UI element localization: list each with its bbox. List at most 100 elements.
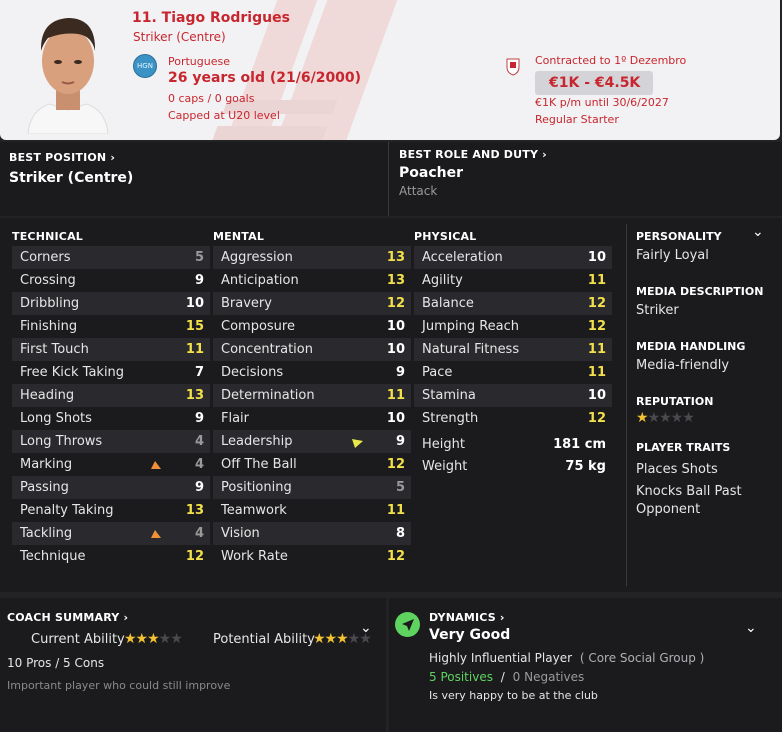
coach-summary-label: COACH SUMMARY	[7, 611, 120, 624]
attribute-row[interactable]: Balance 12	[414, 292, 612, 315]
best-role-label: BEST ROLE AND DUTY	[399, 148, 539, 161]
height-row: Height 181 cm	[414, 433, 612, 456]
player-value: €1K - €4.5K	[549, 75, 641, 91]
value-badge: €1K - €4.5K	[535, 71, 653, 95]
attribute-row[interactable]: Tackling 4	[12, 522, 210, 545]
attribute-row[interactable]: Heading 13	[12, 384, 210, 407]
best-role-value: Poacher	[399, 165, 463, 181]
club-badge-icon[interactable]	[506, 58, 520, 76]
attribute-row[interactable]: Free Kick Taking 7	[12, 361, 210, 384]
attribute-row[interactable]: Jumping Reach 12	[414, 315, 612, 338]
attribute-row[interactable]: Strength 12	[414, 407, 612, 430]
attribute-name: Marking	[20, 457, 73, 472]
attribute-value: 11	[587, 342, 606, 357]
attribute-row[interactable]: Flair 10	[213, 407, 411, 430]
trait-item[interactable]: Places Shots	[636, 462, 718, 477]
attribute-row[interactable]: Corners 5	[12, 246, 210, 269]
attribute-row[interactable]: Penalty Taking 13	[12, 499, 210, 522]
dynamics-value: Very Good	[429, 627, 511, 643]
attribute-value: 9	[194, 273, 204, 288]
attribute-row[interactable]: Composure 10	[213, 315, 411, 338]
divider	[626, 224, 627, 586]
squad-status: Regular Starter	[535, 113, 619, 126]
attribute-name: Bravery	[221, 296, 272, 311]
attribute-row[interactable]: Technique 12	[12, 545, 210, 568]
media-handling-label: MEDIA HANDLING	[636, 340, 746, 353]
dynamics-label: DYNAMICS	[429, 611, 496, 624]
attribute-value: 8	[395, 526, 405, 541]
attribute-row[interactable]: Work Rate 12	[213, 545, 411, 568]
attribute-row[interactable]: First Touch 11	[12, 338, 210, 361]
attribute-value: 12	[185, 549, 204, 564]
caps-goals: 0 caps / 0 goals	[168, 92, 255, 105]
attribute-name: Balance	[422, 296, 474, 311]
attribute-row[interactable]: Dribbling 10	[12, 292, 210, 315]
attribute-row[interactable]: Long Throws 4	[12, 430, 210, 453]
attribute-name: Finishing	[20, 319, 78, 334]
media-handling-value: Media-friendly	[636, 358, 730, 373]
attribute-value: 5	[194, 250, 204, 265]
attribute-row[interactable]: Crossing 9	[12, 269, 210, 292]
attribute-value: 11	[386, 388, 405, 403]
chevron-right-icon: ›	[542, 148, 547, 161]
chevron-down-icon[interactable]: ⌄	[360, 620, 372, 636]
nationality: Portuguese	[168, 55, 230, 68]
attribute-row[interactable]: Teamwork 11	[213, 499, 411, 522]
attribute-row[interactable]: Long Shots 9	[12, 407, 210, 430]
nation-flag-icon[interactable]: HGN	[133, 54, 157, 78]
attribute-row[interactable]: Concentration 10	[213, 338, 411, 361]
best-role-header[interactable]: BEST ROLE AND DUTY ›	[399, 148, 547, 161]
attribute-row[interactable]: Pace 11	[414, 361, 612, 384]
attribute-value: 11	[185, 342, 204, 357]
dynamics-header[interactable]: DYNAMICS ›	[429, 611, 505, 624]
player-age: 26 years old (21/6/2000)	[168, 70, 362, 86]
chevron-down-icon[interactable]: ⌄	[752, 224, 764, 240]
attribute-row[interactable]: Positioning 5	[213, 476, 411, 499]
attribute-name: Work Rate	[221, 549, 288, 564]
attribute-row[interactable]: Natural Fitness 11	[414, 338, 612, 361]
attribute-name: Anticipation	[221, 273, 299, 288]
attribute-value: 4	[194, 434, 204, 449]
attribute-row[interactable]: Marking 4	[12, 453, 210, 476]
attribute-row[interactable]: Bravery 12	[213, 292, 411, 315]
attribute-name: Long Throws	[20, 434, 103, 449]
attribute-name: Natural Fitness	[422, 342, 520, 357]
attribute-row[interactable]: Passing 9	[12, 476, 210, 499]
best-position-header[interactable]: BEST POSITION ›	[9, 151, 115, 164]
contract-club[interactable]: Contracted to 1º Dezembro	[535, 54, 686, 67]
best-position-value: Striker (Centre)	[9, 170, 134, 186]
attribute-row[interactable]: Finishing 15	[12, 315, 210, 338]
wage-contract: €1K p/m until 30/6/2027	[535, 96, 669, 109]
weight-label: Weight	[422, 459, 468, 474]
influence-level: Highly Influential Player	[429, 651, 573, 665]
attribute-name: Leadership	[221, 434, 293, 449]
coach-summary-text: Important player who could still improve	[7, 679, 231, 692]
attribute-row[interactable]: Determination 11	[213, 384, 411, 407]
attribute-name: Penalty Taking	[20, 503, 114, 518]
coach-summary-header[interactable]: COACH SUMMARY ›	[7, 611, 128, 624]
trait-item[interactable]: Knocks Ball Past	[636, 484, 742, 499]
attribute-name: Corners	[20, 250, 71, 265]
positives-count[interactable]: 5 Positives	[429, 670, 493, 684]
attribute-row[interactable]: Stamina 10	[414, 384, 612, 407]
attribute-row[interactable]: Acceleration 10	[414, 246, 612, 269]
attribute-row[interactable]: Leadership 9	[213, 430, 411, 453]
attribute-row[interactable]: Aggression 13	[213, 246, 411, 269]
negatives-count[interactable]: 0 Negatives	[513, 670, 585, 684]
attribute-down-arrow-icon	[151, 459, 161, 474]
attribute-name: Composure	[221, 319, 295, 334]
attribute-name: Acceleration	[422, 250, 503, 265]
divider	[388, 142, 389, 216]
trait-item-cont[interactable]: Opponent	[636, 502, 700, 517]
attribute-value: 9	[194, 480, 204, 495]
attribute-row[interactable]: Decisions 9	[213, 361, 411, 384]
player-position: Striker (Centre)	[133, 30, 226, 44]
attribute-row[interactable]: Vision 8	[213, 522, 411, 545]
attribute-value: 4	[194, 526, 204, 541]
attribute-row[interactable]: Anticipation 13	[213, 269, 411, 292]
reputation-stars: ★★★★★	[636, 410, 695, 426]
attribute-row[interactable]: Off The Ball 12	[213, 453, 411, 476]
pros-cons[interactable]: 10 Pros / 5 Cons	[7, 656, 104, 670]
attribute-row[interactable]: Agility 11	[414, 269, 612, 292]
chevron-down-icon[interactable]: ⌄	[745, 620, 757, 636]
